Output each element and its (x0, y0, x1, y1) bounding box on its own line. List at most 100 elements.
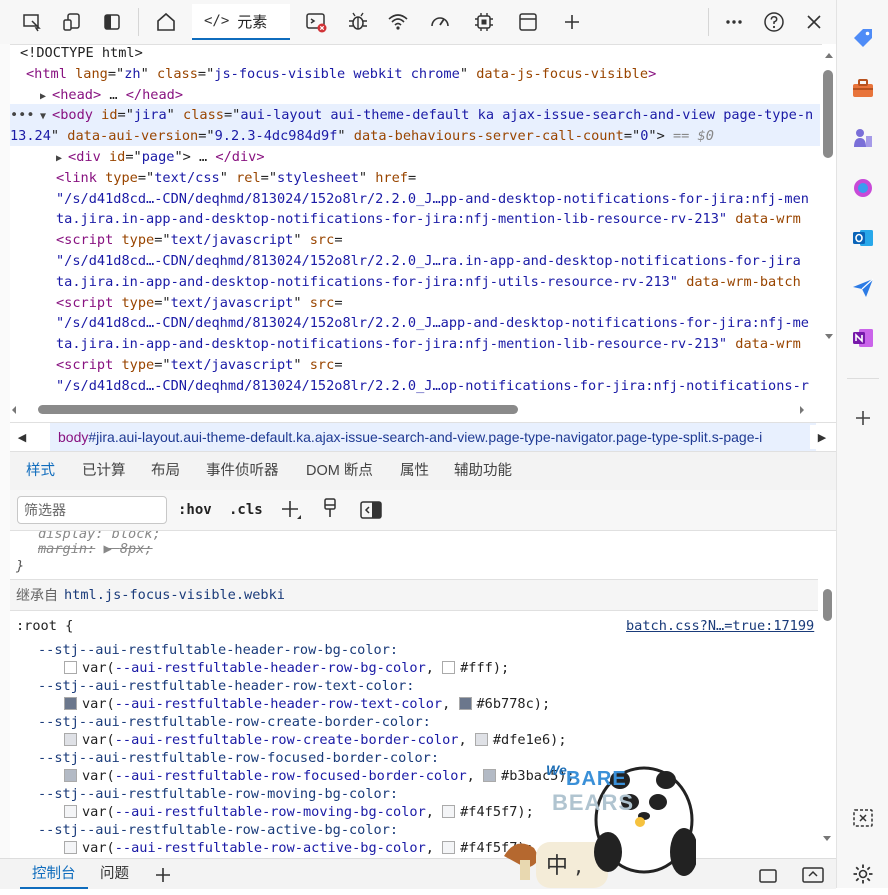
collapse-arrow-icon[interactable]: ▶ (40, 91, 52, 102)
css-property-name[interactable]: --stj--aui-restfultable-header-row-text-… (38, 677, 414, 695)
tab-issues[interactable]: 问题 (100, 859, 129, 889)
add-drawer-tab-icon[interactable] (154, 865, 172, 885)
performance-gauge-icon[interactable] (424, 6, 456, 38)
tab-layout[interactable]: 布局 (151, 452, 180, 490)
dom-tree[interactable]: <!DOCTYPE html> <html lang="zh" class="js… (10, 44, 820, 404)
dom-line[interactable]: <script type="text/javascript" src= (56, 293, 343, 314)
css-property-value[interactable]: var(--aui-restfultable-row-moving-bg-col… (64, 803, 534, 821)
onenote-icon[interactable] (851, 326, 875, 350)
collapse-arrow-icon[interactable]: ▶ (56, 153, 68, 164)
css-property-value[interactable]: var(--aui-restfultable-row-create-border… (64, 731, 567, 749)
inspect-element-icon[interactable] (16, 6, 48, 38)
send-drop-icon[interactable] (851, 276, 875, 300)
welcome-home-icon[interactable] (150, 6, 182, 38)
css-property-value[interactable]: var(--aui-restfultable-header-row-text-c… (64, 695, 550, 713)
color-swatch[interactable] (64, 840, 77, 854)
color-swatch[interactable] (442, 840, 456, 854)
dom-line[interactable]: <script type="text/javascript" src= (56, 355, 343, 376)
settings-gear-icon[interactable] (851, 862, 875, 886)
color-swatch[interactable] (64, 768, 77, 782)
outlook-icon[interactable] (851, 226, 875, 250)
tag-coupon-icon[interactable] (851, 26, 875, 50)
dom-line[interactable]: "/s/d41d8cd…-CDN/deqhmd/813024/152o8lr/2… (56, 189, 809, 210)
dom-token: " (293, 357, 310, 373)
close-icon[interactable] (798, 6, 830, 38)
element-state-brush-icon[interactable] (322, 498, 338, 526)
css-property-name[interactable]: --stj--aui-restfultable-row-active-bg-co… (38, 821, 398, 839)
color-swatch[interactable] (442, 660, 456, 674)
inherited-selector-link[interactable]: html.js-focus-visible.webki (64, 586, 285, 604)
dom-line[interactable]: ta.jira.in-app-and-desktop-notifications… (56, 272, 801, 293)
css-property-name[interactable]: --stj--aui-restfultable-row-create-borde… (38, 713, 431, 731)
memory-chip-icon[interactable] (468, 6, 500, 38)
dom-token: zh (124, 65, 141, 82)
styles-vertical-scrollbar[interactable] (820, 531, 836, 858)
dom-line[interactable]: <!DOCTYPE html> (20, 44, 143, 64)
color-swatch[interactable] (483, 768, 497, 782)
tab-styles[interactable]: 样式 (26, 452, 55, 492)
dom-line[interactable]: ▶ <div id="page"> … </div> (56, 147, 265, 170)
breadcrumb-path[interactable]: body#jira.aui-layout.aui-theme-default.k… (50, 423, 816, 451)
styles-pane[interactable]: display: block; margin: ▶ 8px; } 继承自 htm… (10, 531, 818, 858)
source-link[interactable]: batch.css?N…=true:17199 (626, 617, 814, 635)
screenshot-capture-icon[interactable] (851, 806, 875, 830)
dom-token: stylesheet (277, 169, 359, 186)
expand-arrow-icon[interactable]: ▼ (40, 111, 52, 122)
dock-side-icon[interactable] (96, 6, 128, 38)
dom-line[interactable]: <html lang="zh" class="js-focus-visible … (26, 64, 656, 85)
sources-bug-icon[interactable] (342, 6, 374, 38)
css-property-value[interactable]: var(--aui-restfultable-row-active-bg-col… (64, 839, 534, 857)
hov-toggle[interactable]: :hov (178, 496, 212, 524)
tab-event-listeners[interactable]: 事件侦听器 (206, 452, 279, 490)
css-property-value[interactable]: var(--aui-restfultable-header-row-bg-col… (64, 659, 509, 677)
color-swatch[interactable] (64, 696, 77, 710)
dom-line[interactable]: ta.jira.in-app-and-desktop-notifications… (56, 334, 801, 355)
help-icon[interactable] (758, 6, 790, 38)
dom-line[interactable]: ▶ <head> … </head> (40, 85, 183, 108)
color-swatch[interactable] (64, 804, 77, 818)
node-actions-dots-icon[interactable]: ••• (10, 105, 35, 126)
dom-line[interactable]: "/s/d41d8cd…-CDN/deqhmd/813024/152o8lr/2… (56, 313, 809, 334)
cls-toggle[interactable]: .cls (229, 496, 263, 524)
minimize-drawer-icon[interactable] (802, 865, 824, 885)
tab-console[interactable]: 控制台 (20, 859, 88, 889)
color-swatch[interactable] (64, 732, 77, 746)
device-emulation-icon[interactable] (56, 6, 88, 38)
tab-accessibility[interactable]: 辅助功能 (454, 452, 512, 490)
application-panel-icon[interactable] (512, 6, 544, 38)
color-swatch[interactable] (442, 804, 456, 818)
more-tools-plus-icon[interactable] (556, 6, 588, 38)
games-chess-icon[interactable] (851, 126, 875, 150)
add-sidebar-app-icon[interactable] (851, 406, 875, 430)
filter-input[interactable] (17, 496, 167, 524)
css-property-name[interactable]: --stj--aui-restfultable-row-focused-bord… (38, 749, 439, 767)
dom-line[interactable]: ▼ <body id="jira" class="aui-layout aui-… (40, 105, 813, 128)
dom-line[interactable]: <script type="text/javascript" src= (56, 230, 343, 251)
toggle-computed-sidebar-icon[interactable] (360, 500, 382, 528)
undock-drawer-icon[interactable] (758, 865, 780, 885)
new-style-rule-icon[interactable] (280, 499, 302, 527)
toolbox-icon[interactable] (851, 76, 875, 100)
dom-line[interactable]: <link type="text/css" rel="stylesheet" h… (56, 168, 416, 189)
tab-properties[interactable]: 属性 (400, 452, 429, 490)
color-swatch[interactable] (458, 696, 472, 710)
tab-elements[interactable]: </> 元素 (192, 4, 290, 40)
color-swatch[interactable] (474, 732, 488, 746)
breadcrumb-left-arrow-icon[interactable]: ◀ (10, 425, 34, 449)
dom-line[interactable]: "/s/d41d8cd…-CDN/deqhmd/813024/152o8lr/2… (56, 251, 801, 272)
console-icon[interactable] (300, 6, 332, 38)
css-property-name[interactable]: --stj--aui-restfultable-row-moving-bg-co… (38, 785, 398, 803)
dom-vertical-scrollbar[interactable] (822, 44, 836, 404)
dom-line[interactable]: ta.jira.in-app-and-desktop-notifications… (56, 209, 801, 230)
dom-horizontal-scrollbar[interactable] (10, 402, 822, 418)
dom-line[interactable]: 13.24" data-aui-version="9.2.3-4dc984d9f… (10, 126, 714, 147)
dom-line[interactable]: "/s/d41d8cd…-CDN/deqhmd/813024/152o8lr/2… (56, 376, 809, 397)
color-swatch[interactable] (64, 660, 77, 674)
breadcrumb-right-arrow-icon[interactable]: ▶ (810, 425, 834, 449)
network-wifi-icon[interactable] (382, 6, 414, 38)
tab-dom-breakpoints[interactable]: DOM 断点 (306, 452, 373, 490)
more-options-icon[interactable] (718, 6, 750, 38)
css-property-name[interactable]: --stj--aui-restfultable-header-row-bg-co… (38, 641, 398, 659)
copilot-icon[interactable] (851, 176, 875, 200)
tab-computed[interactable]: 已计算 (82, 452, 126, 490)
